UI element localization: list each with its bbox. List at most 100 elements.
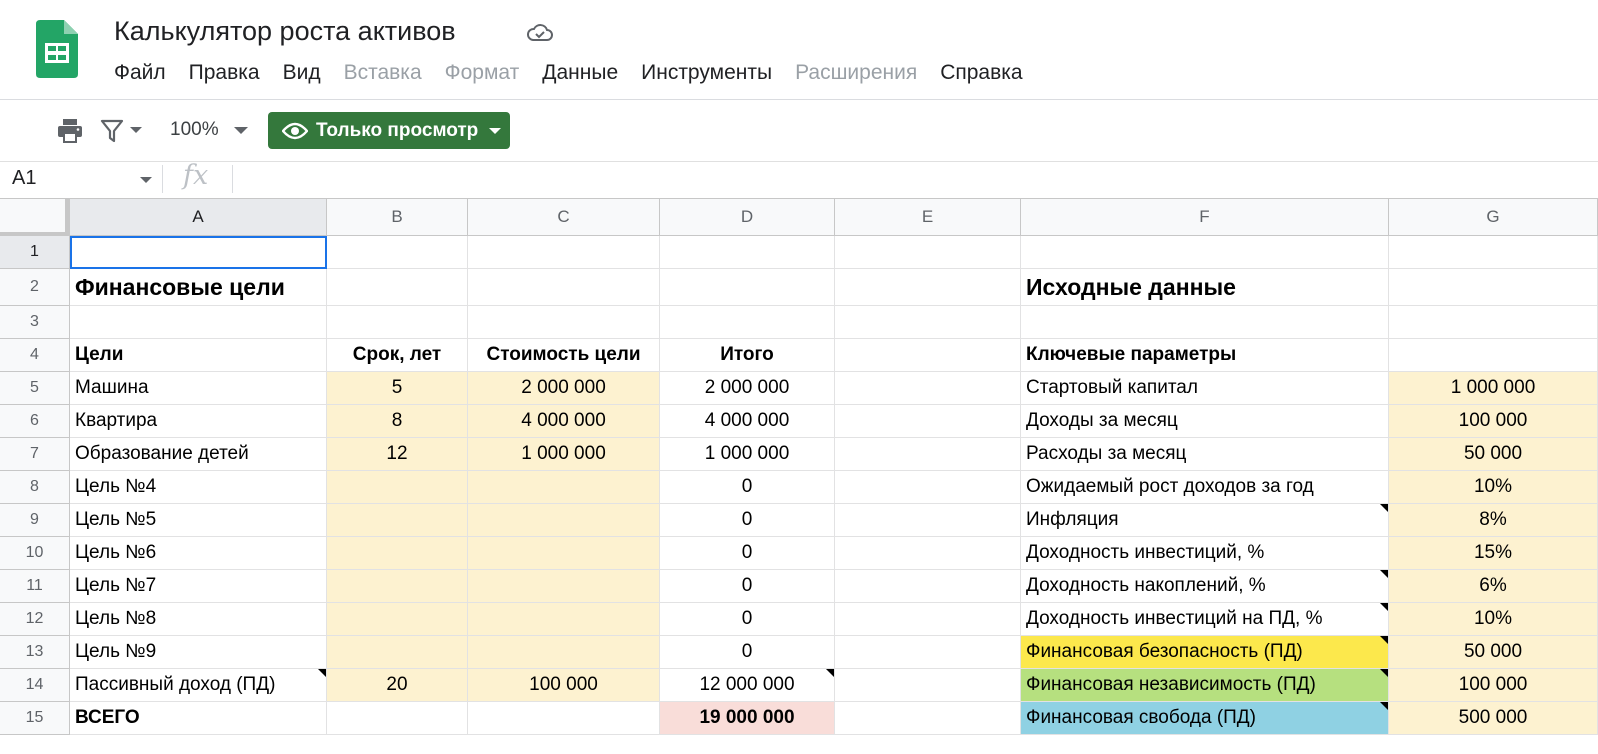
cell[interactable] [835,669,1021,702]
column-header-e[interactable]: E [835,199,1021,236]
input-value[interactable]: 500 000 [1389,702,1598,735]
goal-term[interactable]: 8 [327,405,468,438]
menu-item[interactable]: Инструменты [641,61,772,89]
column-header-f[interactable]: F [1021,199,1389,236]
row-header-12[interactable]: 12 [0,603,70,636]
input-value[interactable]: 50 000 [1389,438,1598,471]
goal-name[interactable]: Цель №5 [70,504,327,537]
row-header-1[interactable]: 1 [0,236,70,269]
goal-name[interactable]: Квартира [70,405,327,438]
select-all-corner[interactable] [0,199,70,236]
row-header-15[interactable]: 15 [0,702,70,735]
cell[interactable] [835,504,1021,537]
goal-name[interactable]: Цель №8 [70,603,327,636]
goals-title[interactable]: Финансовые цели [70,269,327,306]
menu-item[interactable]: Вставка [344,61,422,89]
cell[interactable] [1021,236,1389,269]
input-value[interactable]: 1 000 000 [1389,372,1598,405]
goal-term[interactable] [327,636,468,669]
row-header-2[interactable]: 2 [0,269,70,306]
cell[interactable] [1389,236,1598,269]
cell[interactable] [835,306,1021,339]
column-header-b[interactable]: B [327,199,468,236]
goal-total[interactable]: 0 [660,537,835,570]
goal-name[interactable]: Машина [70,372,327,405]
goal-term[interactable]: 20 [327,669,468,702]
filter-icon[interactable] [100,118,124,144]
input-label[interactable]: Финансовая свобода (ПД) [1021,702,1389,735]
column-header-c[interactable]: C [468,199,660,236]
goal-total[interactable]: 0 [660,603,835,636]
row-header-4[interactable]: 4 [0,339,70,372]
cell[interactable] [1389,306,1598,339]
input-value[interactable]: 10% [1389,603,1598,636]
goal-total[interactable]: 0 [660,636,835,669]
goal-total[interactable]: 4 000 000 [660,405,835,438]
cell[interactable] [660,306,835,339]
goal-name[interactable]: Цель №4 [70,471,327,504]
column-header-g[interactable]: G [1389,199,1598,236]
goal-cost[interactable] [468,504,660,537]
input-value[interactable]: 10% [1389,471,1598,504]
goals-header-term[interactable]: Срок, лет [327,339,468,372]
sheets-logo-icon[interactable] [36,20,78,78]
goal-name[interactable]: Образование детей [70,438,327,471]
goal-cost[interactable]: 2 000 000 [468,372,660,405]
cell[interactable] [660,236,835,269]
cell[interactable] [835,372,1021,405]
row-header-8[interactable]: 8 [0,471,70,504]
goal-cost[interactable]: 1 000 000 [468,438,660,471]
document-title[interactable]: Калькулятор роста активов [114,16,456,47]
cell[interactable] [835,570,1021,603]
goal-term[interactable] [327,504,468,537]
cell[interactable] [835,702,1021,735]
cell[interactable] [468,269,660,306]
inputs-subtitle[interactable]: Ключевые параметры [1021,339,1389,372]
cell[interactable] [835,339,1021,372]
row-header-13[interactable]: 13 [0,636,70,669]
input-value[interactable]: 6% [1389,570,1598,603]
goal-cost[interactable] [468,603,660,636]
row-header-11[interactable]: 11 [0,570,70,603]
goal-name[interactable]: Цель №9 [70,636,327,669]
column-header-d[interactable]: D [660,199,835,236]
cell[interactable] [835,269,1021,306]
goal-cost[interactable] [468,636,660,669]
goal-cost[interactable]: 100 000 [468,669,660,702]
zoom-select[interactable]: 100% [170,119,219,141]
cell[interactable] [327,236,468,269]
row-header-10[interactable]: 10 [0,537,70,570]
menu-item[interactable]: Файл [114,61,166,89]
cell[interactable] [660,269,835,306]
cell[interactable] [327,269,468,306]
goal-total[interactable]: 0 [660,504,835,537]
menu-item[interactable]: Формат [445,61,520,89]
cell[interactable] [835,236,1021,269]
input-label[interactable]: Доходность инвестиций на ПД, % [1021,603,1389,636]
cell[interactable] [468,306,660,339]
name-box-dropdown-icon[interactable] [140,177,152,183]
goals-total-value[interactable]: 19 000 000 [660,702,835,735]
cell[interactable] [1021,306,1389,339]
menu-item[interactable]: Справка [940,61,1022,89]
cell[interactable] [1389,339,1598,372]
menu-item[interactable]: Данные [542,61,618,89]
row-header-7[interactable]: 7 [0,438,70,471]
goal-total[interactable]: 0 [660,471,835,504]
input-value[interactable]: 50 000 [1389,636,1598,669]
goal-term[interactable] [327,537,468,570]
goal-term[interactable] [327,603,468,636]
goal-cost[interactable] [468,537,660,570]
zoom-dropdown-icon[interactable] [234,127,248,134]
input-label[interactable]: Финансовая безопасность (ПД) [1021,636,1389,669]
goal-term[interactable]: 5 [327,372,468,405]
cell[interactable] [835,537,1021,570]
input-label[interactable]: Доходы за месяц [1021,405,1389,438]
row-header-9[interactable]: 9 [0,504,70,537]
input-label[interactable]: Инфляция [1021,504,1389,537]
goals-total-label[interactable]: ВСЕГО [70,702,327,735]
active-cell-a1[interactable] [70,236,327,269]
goal-cost[interactable] [468,471,660,504]
goal-name[interactable]: Цель №6 [70,537,327,570]
row-header-6[interactable]: 6 [0,405,70,438]
